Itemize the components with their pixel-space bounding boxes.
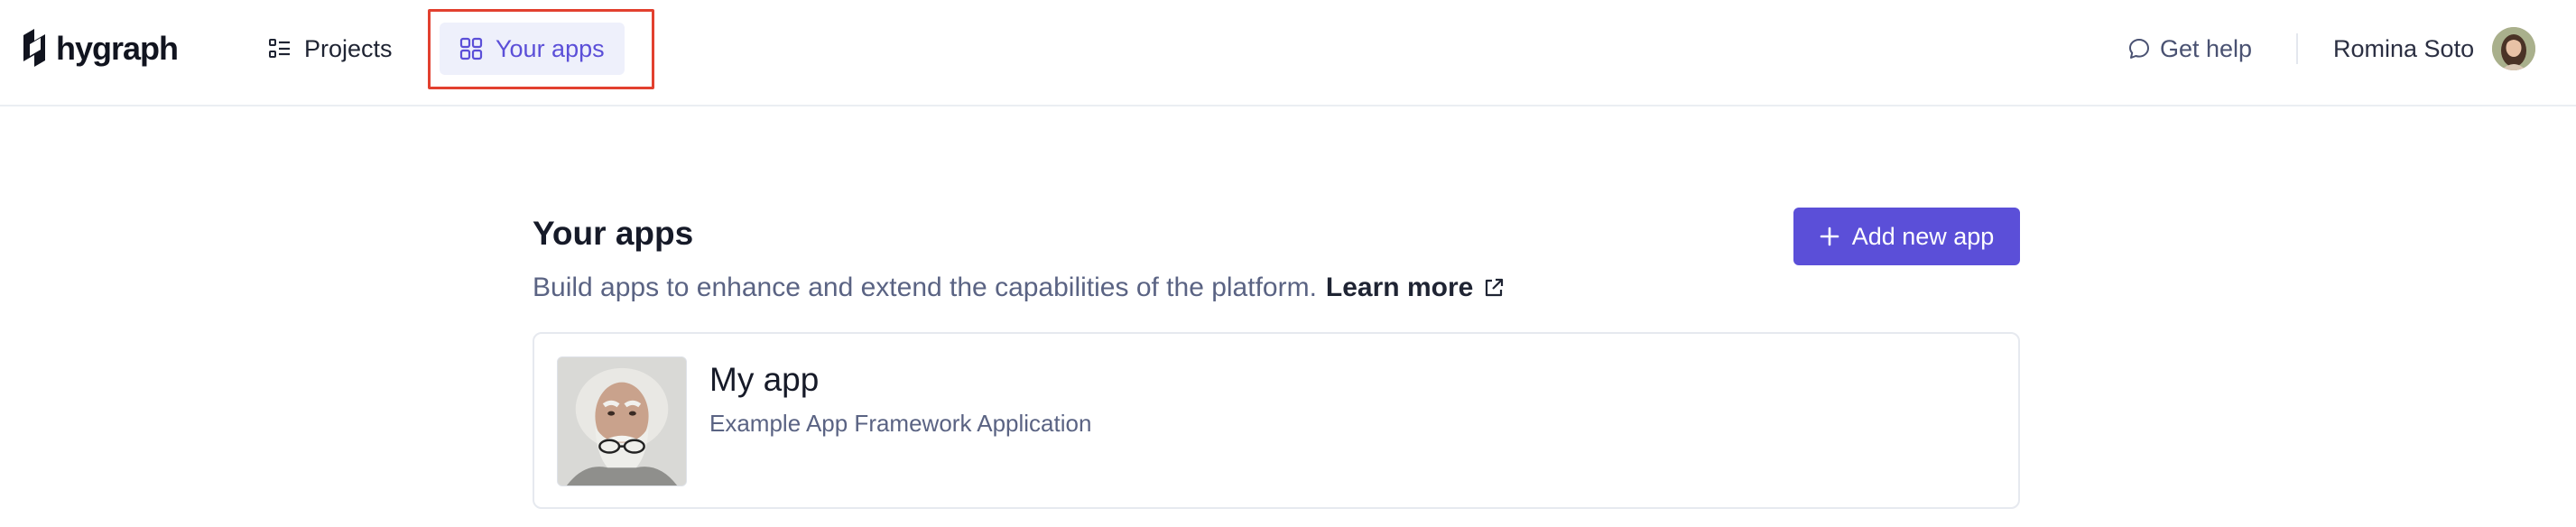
header-divider [2296,33,2298,64]
hygraph-logo-icon [23,29,45,67]
nav-projects-label: Projects [304,34,393,62]
chat-bubble-icon [2129,39,2149,59]
external-link-icon [1486,278,1504,297]
page-subtitle: Build apps to enhance and extend the cap… [533,273,1506,303]
page-title: Your apps [533,215,694,252]
list-icon [269,39,290,58]
avatar [2492,27,2536,70]
learn-more-link[interactable]: Learn more [1326,273,1506,303]
grid-icon [459,37,483,60]
get-help-button[interactable]: Get help [2127,23,2252,75]
app-name: My app [709,361,820,398]
user-menu[interactable]: Romina Soto [2333,23,2536,75]
app-thumbnail [557,356,687,486]
learn-more-label: Learn more [1325,273,1474,302]
app-card[interactable]: My app Example App Framework Application [533,332,2020,509]
brand-name: hygraph [56,30,179,67]
nav-your-apps-label: Your apps [496,34,605,62]
nav-your-apps[interactable]: Your apps [440,23,625,75]
top-navigation-bar: hygraph Projects Your apps Get help Romi… [0,0,2576,106]
user-name: Romina Soto [2333,34,2475,62]
app-description: Example App Framework Application [709,410,1092,437]
add-new-app-button[interactable]: Add new app [1793,208,2020,265]
brand-logo[interactable]: hygraph [20,25,179,72]
nav-projects[interactable]: Projects [248,23,412,75]
subtitle-text: Build apps to enhance and extend the cap… [533,273,1317,302]
plus-icon [1820,227,1839,246]
add-new-app-label: Add new app [1851,222,1995,250]
get-help-label: Get help [2160,34,2253,62]
